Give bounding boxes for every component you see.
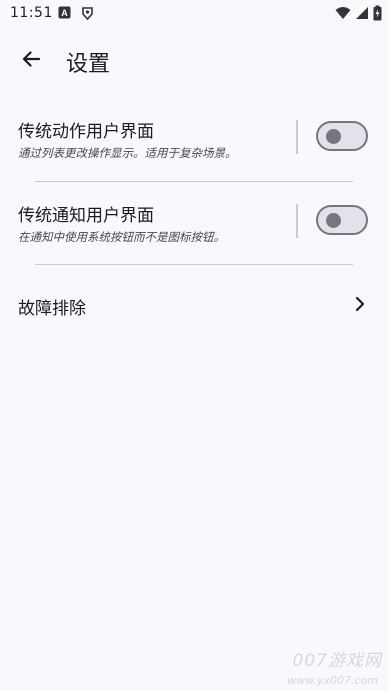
divider <box>296 120 298 154</box>
setting-subtitle: 在通知中使用系统按钮而不是图标按钮。 <box>18 230 225 244</box>
switch-thumb <box>326 213 341 228</box>
wifi-icon <box>335 6 351 24</box>
back-button[interactable] <box>14 44 48 78</box>
setting-legacy-notification-ui[interactable]: 传统通知用户界面 在通知中使用系统按钮而不是图标按钮。 <box>0 194 388 258</box>
chevron-right-icon <box>354 296 366 316</box>
setting-title: 传统动作用户界面 <box>18 122 154 142</box>
tag-icon <box>80 6 95 25</box>
divider <box>35 264 353 265</box>
troubleshoot-label: 故障排除 <box>18 299 86 319</box>
watermark-url: www.yx007.com <box>287 674 378 687</box>
troubleshoot-item[interactable]: 故障排除 <box>0 280 388 330</box>
font-icon: A <box>58 6 71 23</box>
battery-charging-icon <box>373 5 382 25</box>
page-title: 设置 <box>66 52 111 77</box>
setting-title: 传统通知用户界面 <box>18 206 154 226</box>
legacy-action-ui-switch[interactable] <box>316 121 368 151</box>
status-time: 11:51 <box>10 5 53 21</box>
svg-text:A: A <box>61 8 68 18</box>
switch-thumb <box>326 129 341 144</box>
legacy-notification-ui-switch[interactable] <box>316 205 368 235</box>
status-bar: 11:51 A <box>0 0 388 28</box>
signal-icon <box>355 6 369 24</box>
watermark: 007游戏网 <box>292 651 382 671</box>
arrow-back-icon <box>21 49 41 73</box>
setting-legacy-action-ui[interactable]: 传统动作用户界面 通过列表更改操作显示。适用于复杂场景。 <box>0 110 388 174</box>
setting-subtitle: 通过列表更改操作显示。适用于复杂场景。 <box>18 146 237 160</box>
app-bar: 设置 <box>0 32 388 90</box>
divider <box>296 204 298 238</box>
divider <box>35 181 353 182</box>
